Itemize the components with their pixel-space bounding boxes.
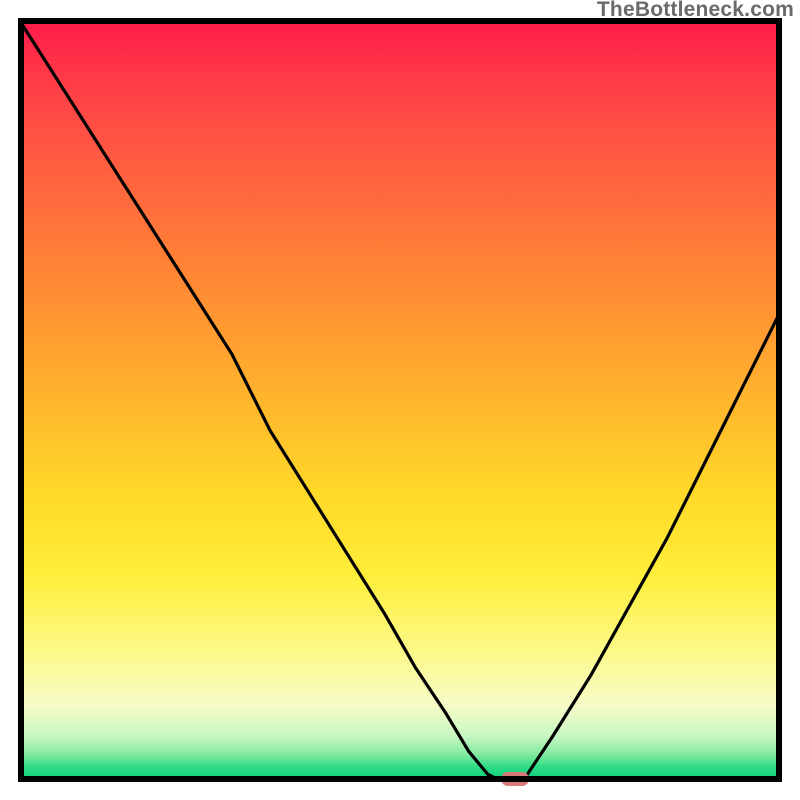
plot-gradient-background [18,18,782,782]
bottleneck-chart: TheBottleneck.com [0,0,800,800]
watermark-text: TheBottleneck.com [597,0,794,22]
optimum-marker [501,772,529,786]
